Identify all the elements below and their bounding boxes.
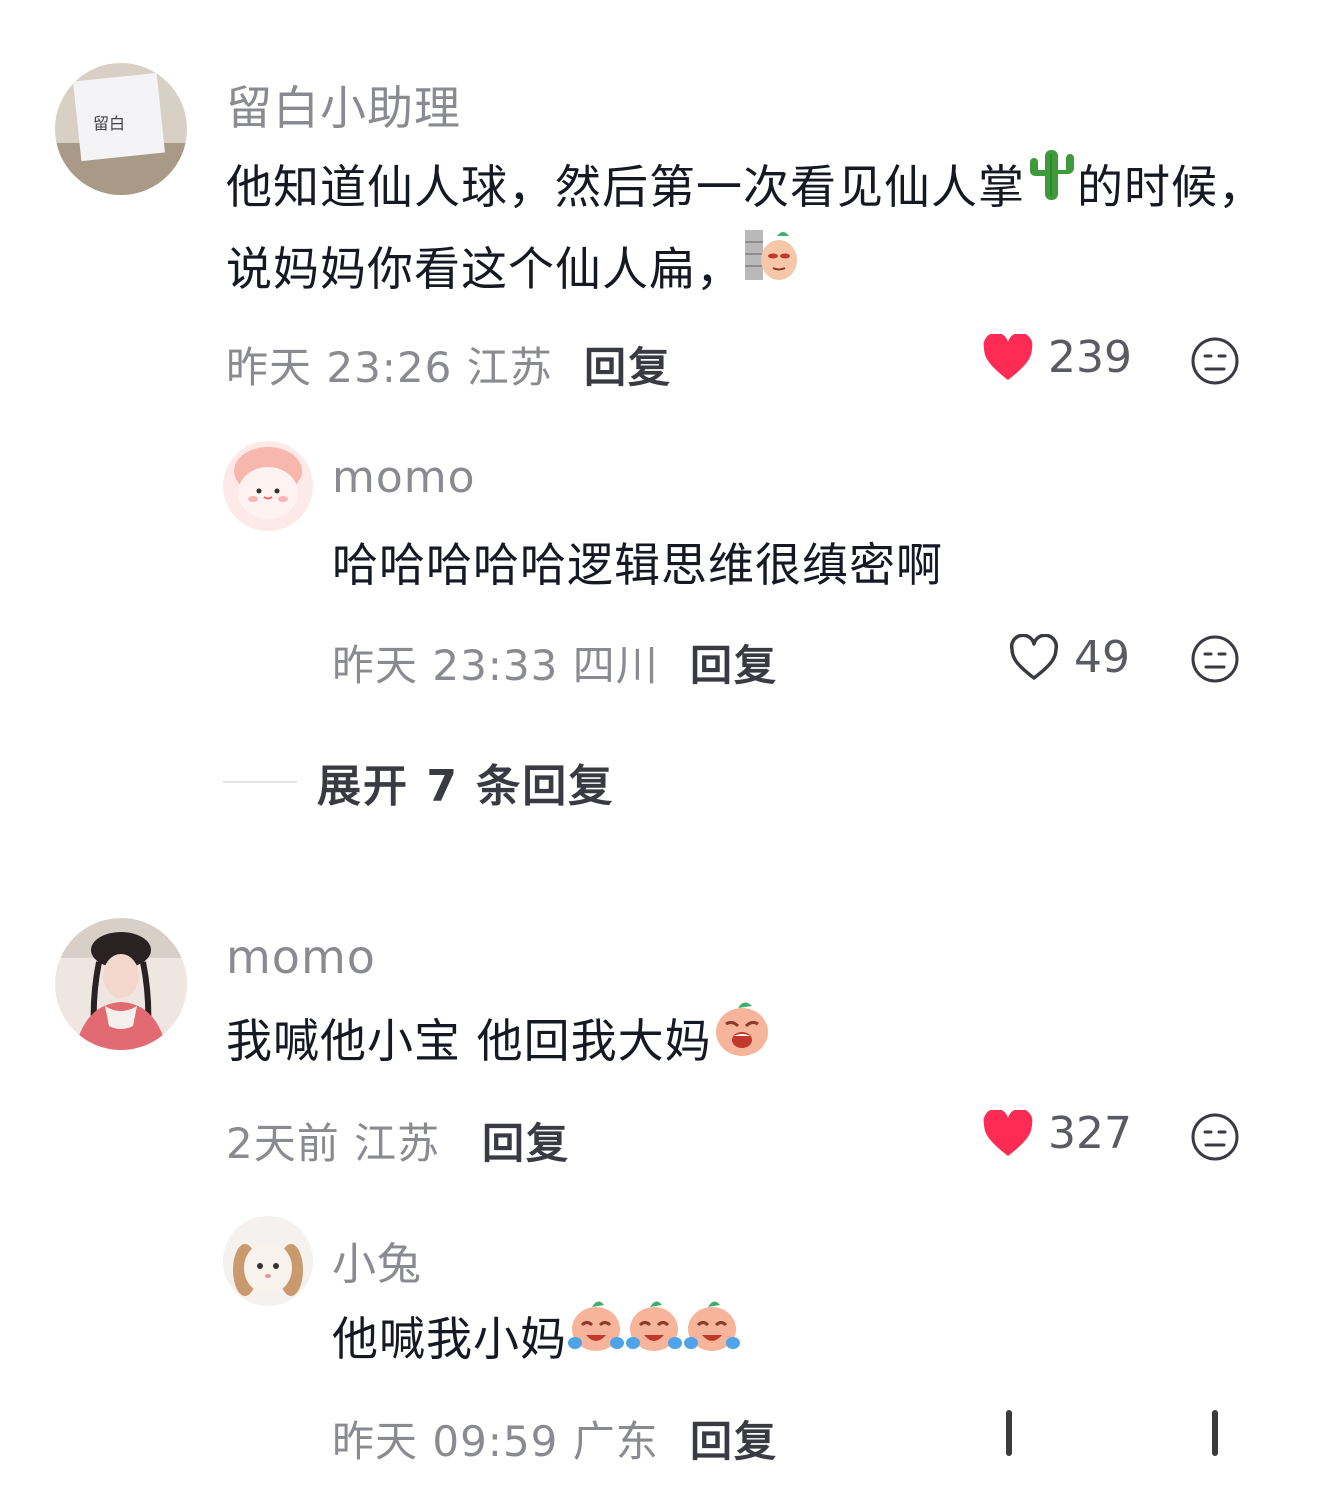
comment-username[interactable]: 留白小助理 [226, 72, 461, 138]
reply-button[interactable]: 回复 [584, 334, 672, 395]
reply-meta: 昨天 23:33 四川 [332, 641, 659, 690]
avatar-logo-text: 留白 [93, 114, 125, 133]
reply-content: 哈哈哈哈哈逻辑思维很缜密啊 [332, 538, 943, 592]
reply-meta: 昨天 09:59 广东 [332, 1417, 659, 1466]
reply-username[interactable]: 小兔 [332, 1228, 422, 1292]
reply-username[interactable]: momo [332, 452, 476, 503]
reply-text: 他喊我小妈 [332, 1312, 567, 1366]
reply-button[interactable]: 回复 [482, 1110, 570, 1171]
like-count: 239 [1048, 332, 1132, 383]
like-count: 327 [1048, 1108, 1132, 1159]
peeking-face-sticker-icon [743, 226, 801, 309]
like-count: 49 [1074, 632, 1130, 683]
dislike-icon[interactable] [1190, 336, 1240, 390]
avatar[interactable]: 留白 [55, 63, 187, 195]
heart-outline-icon [1009, 633, 1059, 680]
dislike-icon[interactable] [1190, 634, 1240, 688]
laugh-cry-sticker-icon [567, 1295, 625, 1380]
reply-content: 他喊我小妈 [332, 1298, 741, 1380]
laugh-cry-sticker-icon [683, 1295, 741, 1380]
comment-text: 我喊他小宝 他回我大妈 [226, 1014, 712, 1068]
avatar-image [55, 918, 187, 1050]
comment-text-part1: 他知道仙人球，然后第一次看见仙人掌 [226, 160, 1025, 214]
like-button[interactable]: 327 [982, 1108, 1132, 1159]
dislike-icon[interactable] [1190, 1112, 1240, 1166]
expand-replies-button[interactable]: 展开 7 条回复 [223, 750, 614, 814]
avatar-image [223, 441, 313, 531]
reply-avatar[interactable] [223, 1216, 313, 1306]
heart-filled-icon [983, 1109, 1033, 1156]
expand-divider [223, 781, 297, 783]
comment-content: 他知道仙人球，然后第一次看见仙人掌 的时候，说妈妈你看这个仙人扁， [226, 146, 1286, 310]
comment-meta: 昨天 23:26 江苏 [226, 343, 553, 392]
comment-content: 我喊他小宝 他回我大妈 [226, 1000, 1286, 1083]
like-button[interactable]: 49 [1008, 632, 1130, 683]
laugh-cry-sticker-icon [625, 1295, 683, 1380]
cactus-emoji-icon [1025, 145, 1077, 227]
expand-replies-label: 展开 7 条回复 [317, 761, 615, 812]
avatar-image: 留白 [55, 63, 187, 195]
reply-button[interactable]: 回复 [690, 1408, 778, 1469]
like-icon-cropped[interactable] [1006, 1410, 1012, 1456]
reply-avatar[interactable] [223, 441, 313, 531]
like-button[interactable]: 239 [982, 332, 1132, 383]
dislike-icon-cropped[interactable] [1212, 1410, 1218, 1456]
reply-button[interactable]: 回复 [690, 632, 778, 693]
comment-username[interactable]: momo [226, 930, 376, 984]
heart-filled-icon [983, 333, 1033, 380]
comment-meta: 2天前 江苏 [226, 1119, 441, 1168]
avatar-image [223, 1216, 313, 1306]
avatar[interactable] [55, 918, 187, 1050]
crying-face-sticker-icon [712, 996, 772, 1083]
